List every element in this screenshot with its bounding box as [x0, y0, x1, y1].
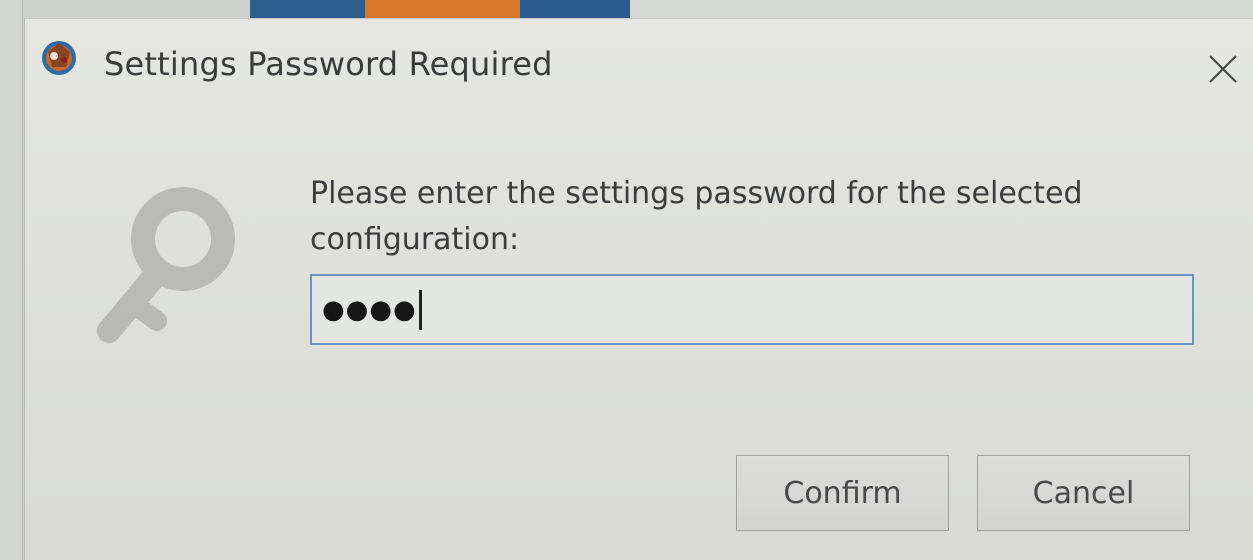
settings-password-dialog: Settings Password Required Please enter …	[24, 18, 1253, 560]
title-bar: Settings Password Required	[25, 19, 1253, 111]
key-icon	[91, 183, 241, 353]
cancel-button[interactable]: Cancel	[977, 455, 1190, 531]
close-button[interactable]	[1203, 49, 1243, 89]
password-prompt: Please enter the settings password for t…	[310, 176, 1083, 257]
close-icon	[1209, 55, 1237, 83]
password-mask: ●●●●	[322, 294, 417, 325]
password-field[interactable]: ●●●●	[310, 274, 1194, 345]
app-logo-icon	[40, 39, 78, 77]
confirm-button[interactable]: Confirm	[736, 455, 949, 531]
text-caret	[418, 289, 422, 330]
background-window-edge	[0, 0, 23, 560]
dialog-title: Settings Password Required	[104, 45, 553, 83]
